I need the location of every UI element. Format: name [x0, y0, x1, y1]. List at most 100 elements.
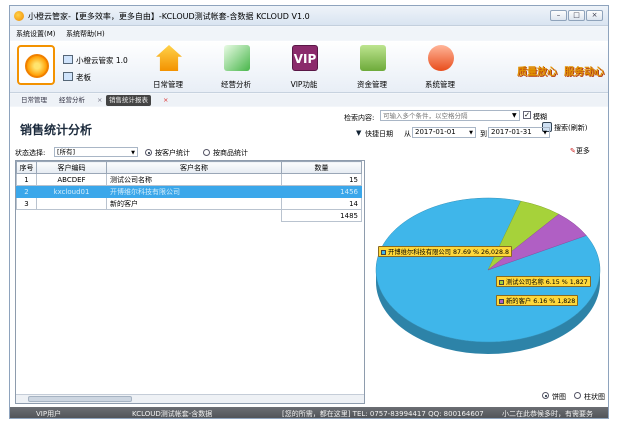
triangle-down-icon[interactable]: ▼ [356, 129, 361, 137]
window-title: 小橙云管家-【更多效率，更多自由】-KCLOUD测试帐套-含数据 KCLOUD … [28, 12, 310, 21]
toolbar-operations-analysis[interactable]: 经营分析 [206, 43, 266, 91]
radio-by-product[interactable] [203, 149, 210, 156]
status-select[interactable]: [所有] ▼ [54, 147, 138, 157]
radio-bar-chart[interactable] [574, 392, 581, 399]
content-area: 销售统计分析 检索内容: ▼ ✓ 模糊 搜索(刷新) ▼ 快捷日期 从 2017… [10, 107, 608, 407]
toolbar-vip-features[interactable]: VIP VIP功能 [274, 43, 334, 91]
menu-bar: 系统设置(M) 系统帮助(H) [10, 27, 608, 40]
from-label: 从 [404, 130, 411, 138]
slogan-quality: 质量放心 [517, 67, 557, 78]
toolbar-daily-management[interactable]: 日常管理 [138, 43, 198, 91]
toolbar-label: VIP功能 [290, 80, 318, 89]
scrollbar-thumb[interactable] [28, 396, 132, 402]
date-from-picker[interactable]: 2017-01-01 ▼ [412, 127, 476, 138]
date-to-picker[interactable]: 2017-01-31 ▼ [488, 127, 550, 138]
cell-total-quantity: 1485 [281, 209, 362, 222]
radio-by-customer[interactable] [145, 149, 152, 156]
user-card-icon [63, 72, 73, 81]
table-header-row: 序号 客户编码 客户名称 数量 [16, 161, 362, 174]
cell-quantity: 15 [281, 173, 362, 186]
legend-swatch [499, 299, 504, 304]
fuzzy-checkbox[interactable]: ✓ [523, 111, 531, 119]
cell-customer-name: 测试公司名称 [106, 173, 282, 186]
quick-date-label[interactable]: 快捷日期 [365, 129, 393, 139]
maximize-button[interactable]: □ [568, 10, 585, 21]
legend-swatch [499, 280, 504, 285]
user-name: 老板 [76, 73, 91, 82]
cell-customer-code [36, 197, 107, 210]
status-value: [所有] [57, 148, 76, 156]
cell-empty [17, 210, 37, 222]
cell-index: 2 [16, 185, 37, 198]
date-to-value: 2017-01-31 [491, 128, 532, 136]
tab-sales-stats[interactable]: 销售统计报表 [106, 95, 151, 106]
pie-label-text: 新的客户 6.16 % 1,828 [506, 298, 576, 305]
minimize-button[interactable]: – [550, 10, 567, 21]
chevron-down-icon: ▼ [131, 150, 135, 156]
tab-daily[interactable]: 日常管理 [18, 95, 50, 106]
column-header[interactable]: 客户名称 [106, 161, 282, 174]
pie-chart-label[interactable]: 饼图 [552, 392, 566, 402]
cell-quantity: 14 [281, 197, 362, 210]
toolbar-label: 经营分析 [221, 80, 251, 89]
cell-customer-name: 新的客户 [106, 197, 282, 210]
filter-bar: 状态选择: [所有] ▼ 按客户统计 按商品统计 [10, 147, 608, 159]
search-button-label: 搜索(刷新) [554, 124, 588, 132]
cell-empty [107, 210, 282, 222]
tab-analysis[interactable]: 经营分析 [56, 95, 88, 106]
brand-name: 小橙云管家 1.0 [76, 56, 128, 65]
status-message: 小二在此恭候多时，有需要务 [502, 410, 593, 418]
status-label: 状态选择: [15, 149, 46, 157]
column-header[interactable]: 序号 [16, 161, 37, 174]
to-label: 到 [480, 130, 487, 138]
vip-icon: VIP [292, 45, 318, 71]
chevron-down-icon: ▼ [543, 130, 547, 136]
tab-close-icon[interactable]: × [94, 95, 105, 106]
system-icon [428, 45, 454, 71]
main-window: 小橙云管家-【更多效率，更多自由】-KCLOUD测试帐套-含数据 KCLOUD … [9, 5, 609, 419]
pie-label-text: 测试公司名称 6.15 % 1,827 [506, 279, 588, 286]
status-vip-user: VIP用户 [36, 410, 62, 418]
app-orange-icon [14, 11, 24, 21]
pie-label-new-customer: 新的客户 6.16 % 1,828 [496, 295, 579, 306]
by-customer-label[interactable]: 按客户统计 [155, 148, 190, 158]
cell-quantity: 1456 [281, 185, 362, 198]
column-header[interactable]: 数量 [281, 161, 362, 174]
horizontal-scrollbar[interactable] [16, 394, 364, 403]
logo [17, 45, 55, 85]
pie-label-text: 开博维尔科技有限公司 87.69 % 26,028.8 [388, 249, 510, 256]
toolbar-label: 日常管理 [153, 80, 183, 89]
toolbar-fund-management[interactable]: 资金管理 [342, 43, 402, 91]
search-input[interactable] [380, 110, 520, 121]
close-button[interactable]: × [586, 10, 603, 21]
table-row[interactable]: 1 ABCDEF 测试公司名称 15 [16, 173, 362, 186]
page-title: 销售统计分析 [20, 123, 93, 137]
stats-table: 序号 客户编码 客户名称 数量 1 ABCDEF 测试公司名称 15 2 kxc… [16, 161, 362, 222]
table-row[interactable]: 3 新的客户 14 [16, 197, 362, 210]
chevron-down-icon: ▼ [469, 130, 473, 136]
menu-system-settings[interactable]: 系统设置(M) [16, 29, 56, 39]
table-row[interactable]: 2 kxcloud01 开博维尔科技有限公司 1456 [16, 185, 362, 198]
tab-close-icon[interactable]: × [160, 95, 171, 106]
column-header[interactable]: 客户编码 [36, 161, 107, 174]
by-product-label[interactable]: 按商品统计 [213, 148, 248, 158]
title-bar: 小橙云管家-【更多效率，更多自由】-KCLOUD测试帐套-含数据 KCLOUD … [10, 6, 608, 26]
cell-customer-name: 开博维尔科技有限公司 [106, 185, 282, 198]
main-toolbar: 小橙云管家 1.0 老板 日常管理 经营分析 VIP VIP功能 资金管理 系统… [10, 41, 608, 93]
table-total-row: 1485 [17, 209, 362, 222]
slogan-service: 服务动心 [564, 67, 604, 78]
search-refresh-button[interactable]: 搜索(刷新) [542, 122, 588, 133]
orange-logo-icon [25, 54, 49, 78]
cell-customer-code: kxcloud01 [36, 185, 107, 198]
chevron-down-icon[interactable]: ▼ [512, 112, 517, 119]
pie-label-kbwe: 开博维尔科技有限公司 87.69 % 26,028.8 [378, 246, 513, 257]
chart-type-options: 饼图 柱状图 [534, 392, 608, 402]
status-contact: [您的所需，都在这里] TEL: 0757-83994417 QQ: 80016… [282, 410, 484, 418]
data-grid: 序号 客户编码 客户名称 数量 1 ABCDEF 测试公司名称 15 2 kxc… [15, 160, 365, 404]
bar-chart-label[interactable]: 柱状图 [584, 392, 605, 402]
radio-pie-chart[interactable] [542, 392, 549, 399]
toolbar-label: 资金管理 [357, 80, 387, 89]
menu-system-help[interactable]: 系统帮助(H) [66, 29, 105, 39]
toolbar-system-management[interactable]: 系统管理 [410, 43, 470, 91]
fuzzy-label: 模糊 [533, 113, 547, 121]
